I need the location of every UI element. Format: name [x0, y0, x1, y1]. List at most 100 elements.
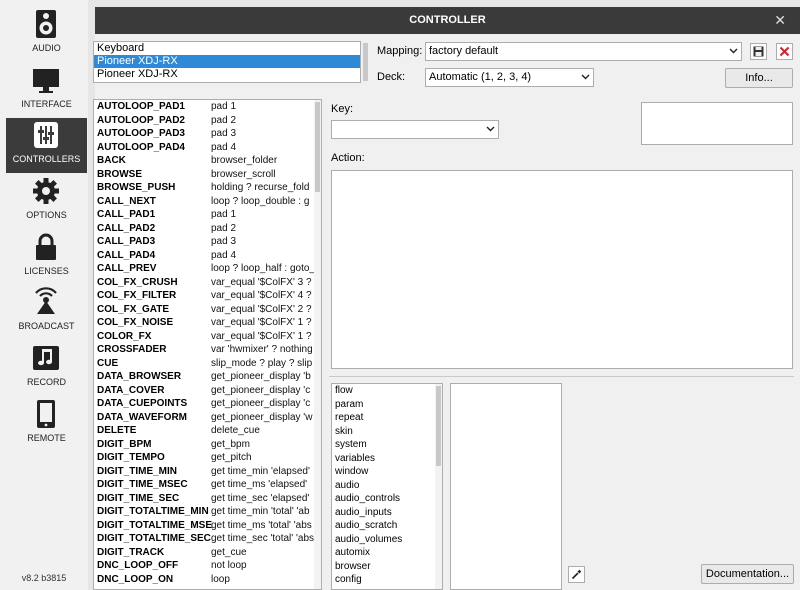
nav-record[interactable]: RECORD — [6, 341, 87, 396]
action-list-scrollbar[interactable] — [314, 100, 321, 589]
action-value: pad 4 — [211, 249, 237, 261]
category-item[interactable]: repeat — [332, 411, 442, 425]
nav-broadcast[interactable]: BROADCAST — [6, 285, 87, 340]
action-row[interactable]: CROSSFADER var 'hwmixer' ? nothing — [94, 343, 321, 357]
save-button[interactable] — [750, 43, 767, 60]
action-row[interactable]: CUE slip_mode ? play ? slip — [94, 357, 321, 371]
action-row[interactable]: DIGIT_TOTALTIME_MIN get time_min 'total' … — [94, 505, 321, 519]
category-list-scrollbar[interactable] — [435, 384, 442, 589]
category-item[interactable]: audio — [332, 479, 442, 493]
category-item[interactable]: audio_controls — [332, 492, 442, 506]
category-item[interactable]: audio_volumes — [332, 533, 442, 547]
category-list[interactable]: flow param repeat skin system variables window… — [331, 383, 443, 590]
scrollbar-thumb[interactable] — [315, 102, 320, 192]
title-bar: CONTROLLER ✕ — [95, 7, 800, 34]
tablet-icon — [37, 400, 55, 428]
action-row[interactable]: CALL_PAD2 pad 2 — [94, 222, 321, 236]
info-button[interactable]: Info... — [725, 68, 793, 88]
close-icon[interactable]: ✕ — [774, 12, 786, 28]
nav-controllers[interactable]: CONTROLLERS — [6, 118, 87, 173]
action-value: get time_min 'total' 'ab — [211, 506, 310, 517]
nav-licenses[interactable]: LICENSES — [6, 230, 87, 285]
action-row[interactable]: COL_FX_GATE var_equal '$ColFX' 2 ? — [94, 303, 321, 317]
action-row[interactable]: DIGIT_TRACK get_cue — [94, 546, 321, 560]
action-row[interactable]: CALL_PREV loop ? loop_half : goto_ — [94, 262, 321, 276]
category-item[interactable]: audio_scratch — [332, 519, 442, 533]
action-key: CROSSFADER — [97, 344, 167, 355]
verb-list[interactable] — [450, 383, 562, 590]
action-row[interactable]: DNC_LOOP_OFF not loop — [94, 559, 321, 573]
action-row[interactable]: DNC_LOOP_ON loop — [94, 573, 321, 587]
nav-label-record: RECORD — [26, 377, 66, 387]
delete-mapping-button[interactable] — [776, 43, 793, 60]
action-row[interactable]: DELETE delete_cue — [94, 424, 321, 438]
action-row[interactable]: DIGIT_TOTALTIME_MSE get time_ms 'total' '… — [94, 519, 321, 533]
action-row[interactable]: COL_FX_FILTER var_equal '$ColFX' 4 ? — [94, 289, 321, 303]
action-row[interactable]: DIGIT_TOTALTIME_SEC get time_sec 'total' … — [94, 532, 321, 546]
action-row[interactable]: BACK browser_folder — [94, 154, 321, 168]
divider — [329, 376, 794, 377]
nav-audio[interactable]: AUDIO — [6, 7, 87, 62]
action-row[interactable]: AUTOLOOP_PAD1 pad 1 — [94, 100, 321, 114]
chevron-down-icon — [581, 74, 590, 80]
action-row[interactable]: DIGIT_TIME_SEC get time_sec 'elapsed' — [94, 492, 321, 506]
category-item[interactable]: config — [332, 573, 442, 587]
action-row[interactable]: BROWSE browser_scroll — [94, 168, 321, 182]
category-item[interactable]: variables — [332, 452, 442, 466]
category-item[interactable]: window — [332, 465, 442, 479]
action-row[interactable]: AUTOLOOP_PAD2 pad 2 — [94, 114, 321, 128]
pick-button[interactable] — [568, 566, 585, 583]
action-row[interactable]: DIGIT_TEMPO get_pitch — [94, 451, 321, 465]
action-row[interactable]: COL_FX_CRUSH var_equal '$ColFX' 3 ? — [94, 276, 321, 290]
nav-options[interactable]: OPTIONS — [6, 174, 87, 229]
action-row[interactable]: COL_FX_NOISE var_equal '$ColFX' 1 ? — [94, 316, 321, 330]
category-item[interactable]: flow — [332, 384, 442, 398]
action-row[interactable]: DIGIT_BPM get_bpm — [94, 438, 321, 452]
action-row[interactable]: CALL_PAD1 pad 1 — [94, 208, 321, 222]
documentation-button[interactable]: Documentation... — [701, 564, 794, 584]
action-row[interactable]: CALL_PAD4 pad 4 — [94, 249, 321, 263]
nav-label-controllers: CONTROLLERS — [12, 154, 81, 164]
device-item-xdj-rx-2[interactable]: Pioneer XDJ-RX — [94, 68, 360, 81]
device-list[interactable]: Keyboard Pioneer XDJ-RX Pioneer XDJ-RX — [93, 41, 361, 83]
nav-remote[interactable]: REMOTE — [6, 397, 87, 452]
category-item[interactable]: automix — [332, 546, 442, 560]
action-row[interactable]: DIGIT_TIME_MIN get time_min 'elapsed' — [94, 465, 321, 479]
action-row[interactable]: DATA_BROWSER get_pioneer_display 'b — [94, 370, 321, 384]
chevron-down-icon — [729, 48, 738, 54]
action-row[interactable]: DATA_COVER get_pioneer_display 'c — [94, 384, 321, 398]
action-row[interactable]: CALL_PAD3 pad 3 — [94, 235, 321, 249]
category-item[interactable]: param — [332, 398, 442, 412]
category-item[interactable]: audio_inputs — [332, 506, 442, 520]
scrollbar-thumb[interactable] — [363, 43, 368, 81]
action-list[interactable]: AUTOLOOP_PAD1 pad 1 AUTOLOOP_PAD2 pad 2 AUTO… — [93, 99, 322, 590]
action-row[interactable]: BROWSE_PUSH holding ? recurse_fold — [94, 181, 321, 195]
mapping-select[interactable]: factory default — [425, 42, 742, 61]
action-row[interactable]: COLOR_FX var_equal '$ColFX' 1 ? — [94, 330, 321, 344]
category-item[interactable]: system — [332, 438, 442, 452]
action-value: loop ? loop_half : goto_ — [211, 263, 314, 274]
action-row[interactable]: AUTOLOOP_PAD3 pad 3 — [94, 127, 321, 141]
action-key: DATA_BROWSER — [97, 371, 182, 382]
action-row[interactable]: DATA_WAVEFORM get_pioneer_display 'w — [94, 411, 321, 425]
action-row[interactable]: DATA_CUEPOINTS get_pioneer_display 'c — [94, 397, 321, 411]
device-item-xdj-rx-1[interactable]: Pioneer XDJ-RX — [94, 55, 360, 68]
key-select[interactable] — [331, 120, 499, 139]
action-value: get_pitch — [211, 452, 252, 463]
action-row[interactable]: CALL_NEXT loop ? loop_double : g — [94, 195, 321, 209]
action-row[interactable]: AUTOLOOP_PAD4 pad 4 — [94, 141, 321, 155]
category-item[interactable]: browser — [332, 560, 442, 574]
device-item-keyboard[interactable]: Keyboard — [94, 42, 360, 55]
window-title: CONTROLLER — [409, 14, 486, 26]
action-row[interactable]: DIGIT_TIME_MSEC get time_ms 'elapsed' — [94, 478, 321, 492]
action-value: pad 2 — [211, 114, 237, 126]
action-key: DIGIT_TOTALTIME_SEC — [97, 533, 211, 544]
action-value: get_bpm — [211, 438, 250, 450]
deck-select[interactable]: Automatic (1, 2, 3, 4) — [425, 68, 594, 87]
category-item[interactable]: skin — [332, 425, 442, 439]
device-list-scrollbar[interactable] — [362, 41, 369, 83]
action-textarea[interactable] — [331, 170, 793, 369]
nav-interface[interactable]: INTERFACE — [6, 63, 87, 118]
scrollbar-thumb[interactable] — [436, 386, 441, 466]
action-key: BACK — [97, 155, 126, 166]
